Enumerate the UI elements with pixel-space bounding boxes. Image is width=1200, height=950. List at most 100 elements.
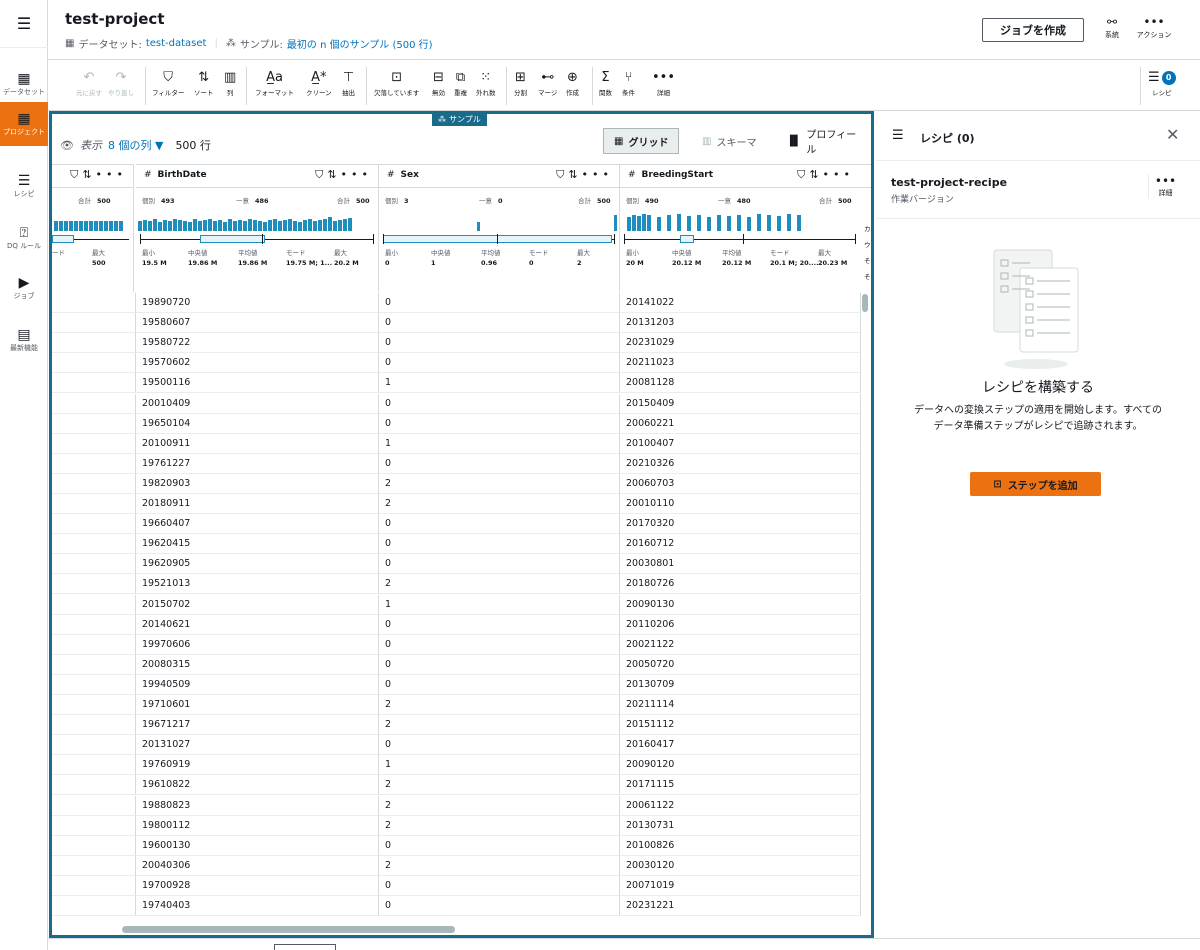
table-cell[interactable]: 20210326 [620, 453, 861, 474]
column-ops[interactable]: ⛉⇅••• [70, 168, 127, 182]
table-cell[interactable]: 20130709 [620, 674, 861, 695]
table-cell[interactable]: 0 [379, 353, 620, 374]
table-cell[interactable]: 19760919 [136, 755, 379, 776]
table-cell[interactable]: 19570602 [136, 353, 379, 374]
table-cell[interactable]: 20130731 [620, 815, 861, 836]
table-cell[interactable]: 20061122 [620, 795, 861, 816]
table-cell[interactable]: 20050720 [620, 654, 861, 675]
table-cell[interactable]: 19820903 [136, 473, 379, 494]
split-button[interactable]: ⊞ 分割 [514, 69, 527, 103]
tab-profile[interactable]: ▐▌ プロフィール [776, 128, 871, 156]
table-cell[interactable]: 1 [379, 433, 620, 454]
sort-button[interactable]: ⇅ ソート [194, 69, 214, 103]
table-cell[interactable]: 20090130 [620, 594, 861, 615]
footer-button[interactable] [274, 944, 336, 950]
nav-item-recipes[interactable]: ☰ レシピ [0, 164, 48, 208]
recipe-more-button[interactable]: ••• 詳細 [1148, 174, 1182, 198]
table-cell[interactable]: 20030801 [620, 554, 861, 575]
table-cell[interactable]: 19580607 [136, 313, 379, 334]
tab-grid[interactable]: ▦ グリッド [603, 128, 680, 154]
table-cell[interactable]: 0 [379, 654, 620, 675]
table-cell[interactable]: 20140621 [136, 614, 379, 635]
table-cell[interactable]: 0 [379, 393, 620, 414]
table-cell[interactable]: 20150409 [620, 393, 861, 414]
table-cell[interactable]: 1 [379, 373, 620, 394]
duplicate-button[interactable]: ⧉ 重複 [454, 69, 467, 103]
table-cell[interactable]: 0 [379, 514, 620, 535]
table-cell[interactable]: 20021122 [620, 634, 861, 655]
table-cell[interactable]: 19500116 [136, 373, 379, 394]
dataset-link[interactable]: test-dataset [146, 38, 207, 49]
table-cell[interactable]: 20060221 [620, 413, 861, 434]
table-cell[interactable]: 20110206 [620, 614, 861, 635]
table-cell[interactable]: 0 [379, 735, 620, 756]
table-cell[interactable]: 19580722 [136, 333, 379, 354]
table-cell[interactable]: 0 [379, 674, 620, 695]
hamburger-icon[interactable]: ☰ [0, 0, 48, 48]
table-cell[interactable]: 19671217 [136, 715, 379, 736]
table-cell[interactable]: 0 [379, 554, 620, 575]
table-cell[interactable]: 19880823 [136, 795, 379, 816]
table-cell[interactable]: 0 [379, 293, 620, 313]
actions-button[interactable]: ••• アクション [1133, 14, 1175, 46]
table-cell[interactable]: 20090120 [620, 755, 861, 776]
merge-button[interactable]: ⊷ マージ [538, 69, 557, 103]
table-cell[interactable]: 19610822 [136, 775, 379, 796]
table-cell[interactable]: 2 [379, 715, 620, 736]
table-cell[interactable]: 20010409 [136, 393, 379, 414]
table-cell[interactable]: 19710601 [136, 695, 379, 715]
sample-link[interactable]: 最初の n 個のサンプル (500 行) [287, 36, 433, 51]
create-button[interactable]: ⊕ 作成 [566, 69, 579, 103]
nav-item-dq-rules[interactable]: ⍰ DQ ルール [0, 216, 48, 260]
table-cell[interactable]: 19600130 [136, 835, 379, 856]
table-cell[interactable]: 2 [379, 815, 620, 836]
table-cell[interactable]: 2 [379, 574, 620, 595]
column-button[interactable]: ▥ 列 [224, 69, 236, 103]
table-cell[interactable]: 2 [379, 855, 620, 876]
table-cell[interactable]: 20180726 [620, 574, 861, 595]
table-cell[interactable]: 20171115 [620, 775, 861, 796]
table-cell[interactable]: 19970606 [136, 634, 379, 655]
nav-item-whats-new[interactable]: ▤ 最新機能 [0, 318, 48, 362]
table-cell[interactable]: 20100407 [620, 433, 861, 454]
table-cell[interactable]: 20170320 [620, 514, 861, 535]
column-name[interactable]: # BirthDate [144, 170, 207, 180]
table-cell[interactable]: 19650104 [136, 413, 379, 434]
table-cell[interactable]: 20231221 [620, 896, 861, 916]
table-cell[interactable]: 2 [379, 473, 620, 494]
add-step-button[interactable]: ⊡ ステップを追加 [970, 472, 1101, 496]
filter-button[interactable]: ⛉ フィルター [152, 69, 184, 103]
table-cell[interactable]: 20081128 [620, 373, 861, 394]
table-cell[interactable]: 2 [379, 494, 620, 514]
table-cell[interactable]: 19521013 [136, 574, 379, 595]
table-cell[interactable]: 20160417 [620, 735, 861, 756]
create-job-button[interactable]: ジョブを作成 [982, 18, 1084, 42]
table-cell[interactable]: 19940509 [136, 674, 379, 695]
table-cell[interactable]: 0 [379, 614, 620, 635]
table-cell[interactable]: 20211023 [620, 353, 861, 374]
table-cell[interactable]: 20010110 [620, 494, 861, 514]
table-cell[interactable]: 19620905 [136, 554, 379, 575]
missing-button[interactable]: ⊡ 欠落しています [374, 69, 419, 103]
details-button[interactable]: ••• 詳細 [652, 69, 675, 103]
table-cell[interactable]: 20030120 [620, 855, 861, 876]
outlier-button[interactable]: ⁙ 外れ数 [476, 69, 496, 103]
columns-dropdown[interactable]: 8 個の列 ▼ [108, 137, 163, 153]
table-cell[interactable]: 0 [379, 634, 620, 655]
table-cell[interactable]: 19761227 [136, 453, 379, 474]
table-cell[interactable]: 20211114 [620, 695, 861, 715]
table-cell[interactable]: 0 [379, 453, 620, 474]
extract-button[interactable]: ⊤ 抽出 [342, 69, 355, 103]
table-cell[interactable]: 20151112 [620, 715, 861, 736]
table-cell[interactable]: 20071019 [620, 875, 861, 896]
table-cell[interactable]: 20100911 [136, 433, 379, 454]
table-cell[interactable]: 20141022 [620, 293, 861, 313]
nav-item-projects[interactable]: ▦ プロジェクト [0, 102, 48, 146]
table-cell[interactable]: 19700928 [136, 875, 379, 896]
close-icon[interactable]: ✕ [1166, 125, 1179, 144]
table-cell[interactable]: 19800112 [136, 815, 379, 836]
table-cell[interactable]: 20231029 [620, 333, 861, 354]
table-cell[interactable]: 19890720 [136, 293, 379, 313]
function-button[interactable]: Σ 関数 [599, 69, 612, 103]
table-cell[interactable]: 20040306 [136, 855, 379, 876]
